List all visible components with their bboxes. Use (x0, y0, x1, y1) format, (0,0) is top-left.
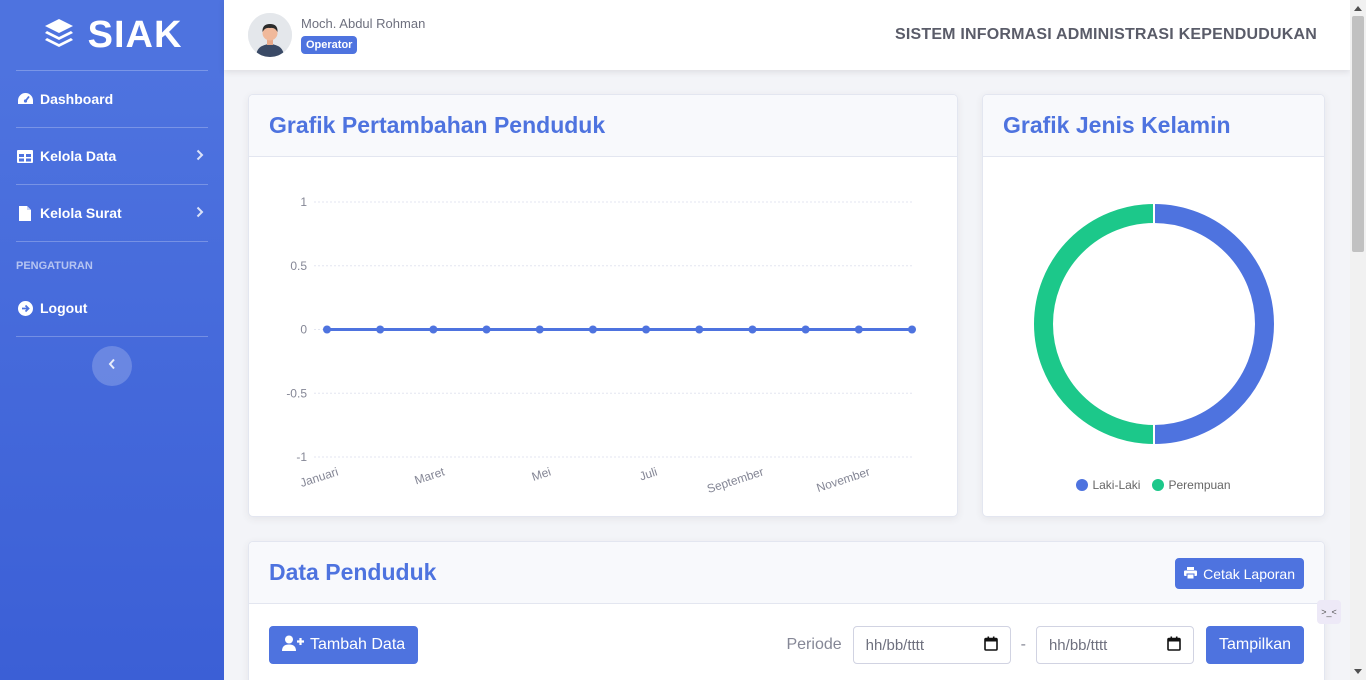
system-title: SISTEM INFORMASI ADMINISTRASI KEPENDUDUK… (894, 26, 1317, 43)
card-title: Grafik Jenis Kelamin (1003, 112, 1231, 138)
data-point (908, 325, 916, 334)
floating-widget-icon[interactable]: >_< (1317, 600, 1341, 624)
data-point (854, 325, 863, 334)
card-title: Grafik Pertambahan Penduduk (269, 112, 606, 138)
legend-item[interactable]: Laki-Laki (1076, 478, 1140, 492)
data-point (482, 325, 491, 334)
sidebar-item-label: Dashboard (40, 91, 114, 107)
end-date-input[interactable]: hh/bb/tttt (1035, 626, 1194, 664)
user-name: Moch. Abdul Rohman (301, 16, 426, 31)
x-tick-label: Januari (298, 465, 340, 490)
periode-label: Periode (786, 636, 842, 653)
donut-chart (1034, 204, 1274, 444)
y-tick-label: 0.5 (290, 259, 307, 273)
chevron-left-icon (108, 357, 116, 375)
card-header: Data Penduduk Cetak Laporan (249, 542, 1324, 604)
sidebar-toggle-button[interactable] (92, 346, 132, 386)
chevron-right-icon (196, 205, 208, 221)
user-info: Moch. Abdul Rohman Operator (301, 16, 425, 54)
legend-swatch (1152, 479, 1165, 491)
x-tick-label: November (815, 465, 872, 495)
end-date-placeholder: hh/bb/tttt (1048, 636, 1108, 654)
growth-chart-card: Grafik Pertambahan Penduduk 1 0.5 0 -0.5 -1 J… (248, 94, 958, 517)
sidebar-item-label: Logout (40, 300, 88, 316)
data-point (642, 325, 651, 334)
print-report-label: Cetak Laporan (1203, 565, 1295, 582)
sidebar-item-label: Kelola Data (40, 148, 117, 164)
add-data-button[interactable]: Tambah Data (269, 626, 419, 664)
scroll-up-icon[interactable] (1354, 6, 1362, 11)
avatar[interactable] (248, 13, 292, 57)
add-data-label: Tambah Data (310, 636, 406, 653)
user-plus-icon (282, 635, 304, 656)
sidebar: SIAK Dashboard Kelola Data Kelola Surat … (0, 0, 224, 680)
data-point (588, 325, 597, 334)
data-point (801, 325, 810, 334)
data-point (429, 325, 438, 334)
y-tick-label: 0 (300, 323, 307, 337)
start-date-input[interactable]: hh/bb/tttt (852, 626, 1011, 664)
sidebar-item-kelola-surat[interactable]: Kelola Surat (0, 185, 224, 241)
brand-name: SIAK (87, 13, 183, 56)
layers-icon (42, 16, 76, 55)
line-chart: 1 0.5 0 -0.5 -1Januari Maret Mei Juli September N… (286, 195, 916, 496)
sidebar-item-kelola-data[interactable]: Kelola Data (0, 128, 224, 184)
x-tick-label: Juli (638, 465, 659, 484)
card-header: Grafik Jenis Kelamin (983, 95, 1324, 157)
scroll-down-icon[interactable] (1354, 669, 1362, 674)
sidebar-item-dashboard[interactable]: Dashboard (0, 71, 224, 127)
data-point (376, 325, 385, 334)
donut-slice-perempuan (1034, 204, 1155, 444)
legend-item[interactable]: Perempuan (1152, 478, 1231, 492)
logout-icon (16, 299, 34, 317)
x-tick-label: Mei (530, 465, 553, 484)
show-button[interactable]: Tampilkan (1205, 626, 1304, 664)
card-title: Data Penduduk (269, 559, 437, 585)
gender-chart-card: Grafik Jenis Kelamin Laki-Laki Perempuan (982, 94, 1325, 517)
y-tick-label: -0.5 (286, 386, 307, 400)
y-tick-label: 1 (300, 195, 307, 209)
start-date-placeholder: hh/bb/tttt (865, 636, 925, 654)
calendar-icon[interactable] (1167, 636, 1181, 655)
file-icon (16, 204, 34, 222)
data-point (695, 325, 704, 334)
data-point (748, 325, 757, 334)
chart-legend: Laki-Laki Perempuan (983, 478, 1324, 492)
page-scrollbar[interactable] (1350, 0, 1366, 680)
sidebar-item-logout[interactable]: Logout (0, 280, 224, 336)
table-icon (16, 147, 34, 165)
tachometer-icon (16, 90, 34, 108)
data-point (535, 325, 544, 334)
chevron-right-icon (196, 148, 208, 164)
data-point (323, 325, 331, 334)
x-tick-label: Maret (413, 464, 447, 487)
calendar-icon[interactable] (983, 636, 998, 655)
role-badge: Operator (301, 36, 358, 54)
print-report-button[interactable]: Cetak Laporan (1175, 558, 1304, 589)
legend-label: Perempuan (1168, 478, 1231, 492)
date-separator: - (1020, 636, 1026, 653)
topbar: Moch. Abdul Rohman Operator SISTEM INFOR… (224, 0, 1350, 70)
brand[interactable]: SIAK (0, 0, 224, 70)
sidebar-heading: PENGATURAN (16, 260, 93, 272)
sidebar-divider (16, 336, 208, 337)
card-header: Grafik Pertambahan Penduduk (249, 95, 957, 157)
donut-slice-laki-laki (1153, 204, 1274, 444)
legend-swatch (1076, 479, 1089, 491)
scroll-thumb[interactable] (1352, 16, 1364, 252)
data-controls: Tambah Data Periode hh/bb/tttt - hh/bb/t… (269, 626, 1304, 664)
x-tick-label: September (705, 465, 765, 496)
legend-label: Laki-Laki (1092, 478, 1141, 492)
sidebar-item-label: Kelola Surat (40, 205, 122, 221)
y-tick-label: -1 (296, 450, 307, 464)
print-icon (1184, 566, 1198, 582)
data-penduduk-card: Data Penduduk Cetak Laporan Tambah Data … (248, 541, 1325, 680)
